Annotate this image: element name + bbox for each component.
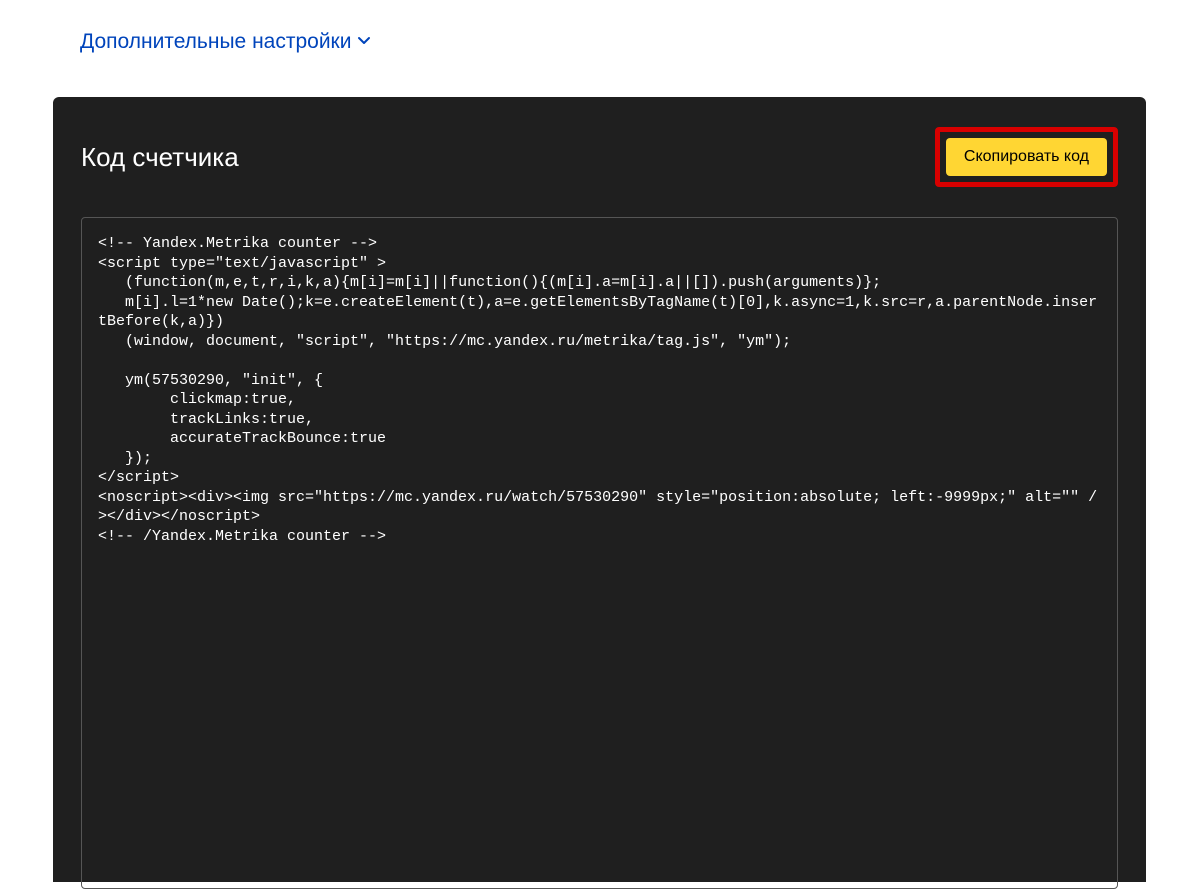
chevron-down-icon: [357, 30, 371, 54]
panel-header: Код счетчика Скопировать код: [81, 127, 1118, 187]
copy-button-highlight: Скопировать код: [935, 127, 1118, 187]
additional-settings-toggle[interactable]: Дополнительные настройки: [80, 30, 371, 54]
additional-settings-label: Дополнительные настройки: [80, 30, 351, 54]
panel-title: Код счетчика: [81, 142, 239, 173]
counter-code-panel: Код счетчика Скопировать код <!-- Yandex…: [53, 97, 1146, 882]
copy-code-button[interactable]: Скопировать код: [946, 138, 1107, 176]
counter-code-block[interactable]: <!-- Yandex.Metrika counter --> <script …: [98, 234, 1101, 546]
code-container[interactable]: <!-- Yandex.Metrika counter --> <script …: [81, 217, 1118, 889]
